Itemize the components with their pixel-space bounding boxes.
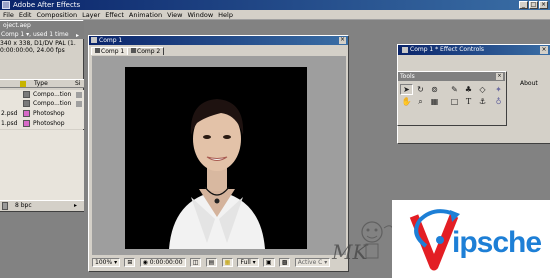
tools-close-icon[interactable]: × xyxy=(496,73,503,80)
label-color-icon xyxy=(76,92,82,98)
photoshop-file-icon xyxy=(23,110,30,117)
brand-text: ipsche xyxy=(452,226,542,259)
trash-icon[interactable] xyxy=(2,202,8,210)
after-effects-app-icon xyxy=(2,1,10,9)
column-type-header[interactable]: Type xyxy=(34,80,48,88)
comp-controls-bar: 100% ▾ ⊞ ◉ 0:00:00:00 ◫ ▤ ▦ Full ▾ ▣ ▩ A… xyxy=(90,257,348,269)
zoom-dropdown[interactable]: 100% ▾ xyxy=(92,258,121,267)
menu-bar: File Edit Composition Layer Effect Anima… xyxy=(0,10,550,20)
menu-animation[interactable]: Animation xyxy=(129,11,162,19)
camera-icon: ◉ xyxy=(142,259,150,266)
project-comp-info: 340 x 338, D1/DV PAL (1. 0:00:00:00, 24.… xyxy=(0,40,84,54)
brush-tool-icon[interactable]: ♣ xyxy=(462,84,475,95)
menu-window[interactable]: Window xyxy=(188,11,214,19)
maximize-button[interactable]: □ xyxy=(529,1,538,9)
rotate-tool-icon[interactable]: ↻ xyxy=(414,84,427,95)
show-channel-icon[interactable]: ▤ xyxy=(205,258,218,267)
project-item-row[interactable]: 2.psd Photoshop xyxy=(0,109,84,119)
effect-controls-close-icon[interactable]: × xyxy=(540,46,548,54)
tab-icon xyxy=(131,48,136,53)
tab-comp-1[interactable]: Comp 1 xyxy=(91,47,129,55)
snapshot-icon[interactable]: ◫ xyxy=(189,258,202,267)
composition-icon xyxy=(23,91,30,98)
current-time-display[interactable]: ◉ 0:00:00:00 xyxy=(139,258,186,267)
color-channels-icon[interactable]: ▦ xyxy=(221,258,234,267)
portrait-image xyxy=(169,99,265,249)
menu-view[interactable]: View xyxy=(167,11,182,19)
tab-comp-2[interactable]: Comp 2 xyxy=(127,47,165,55)
arrow-tool-icon[interactable]: ➤ xyxy=(400,84,413,95)
camera-view-dropdown[interactable]: Active C ▾ xyxy=(294,258,331,267)
eraser-icon[interactable]: ◇ xyxy=(476,84,489,95)
pan-behind-icon[interactable]: ▦ xyxy=(428,96,441,107)
pen-tool-icon[interactable]: ✎ xyxy=(448,84,461,95)
comp-window-icon xyxy=(91,37,97,43)
text-tool-icon[interactable]: T xyxy=(462,96,475,107)
project-info-duration: 0:00:00:00, 24.00 fps xyxy=(0,47,65,54)
project-item-row[interactable]: 1.psd Photoshop xyxy=(0,119,84,129)
clone-stamp-icon[interactable]: ♁ xyxy=(492,96,505,107)
comp-window-title-bar: Comp 1 × xyxy=(89,36,348,45)
item-name: 1.psd xyxy=(1,120,18,127)
project-column-headers: Type Si xyxy=(0,79,84,88)
brand-watermark: ipsche xyxy=(392,200,550,278)
menu-layer[interactable]: Layer xyxy=(82,11,100,19)
window-controls: _ □ × xyxy=(519,1,548,9)
project-footer: 8 bpc ▸ xyxy=(0,200,84,211)
project-panel-title: oject.aep xyxy=(0,21,84,30)
project-list-area xyxy=(0,130,84,200)
region-of-interest-icon[interactable]: ▣ xyxy=(262,258,275,267)
minimize-button[interactable]: _ xyxy=(519,1,528,9)
hand-tool-icon[interactable]: ✋ xyxy=(400,96,413,107)
star-tool-icon[interactable]: ✦ xyxy=(492,84,505,95)
effect-controls-title-bar: Comp 1 * Effect Controls × xyxy=(398,45,550,55)
label-tag-icon xyxy=(20,81,26,87)
bit-depth-label[interactable]: 8 bpc xyxy=(15,201,32,211)
close-button[interactable]: × xyxy=(539,1,548,9)
project-comp-label: Comp 1 ▾, used 1 time xyxy=(0,30,84,39)
tools-title-bar: Tools × xyxy=(398,72,505,81)
orbit-camera-icon[interactable]: ⊚ xyxy=(428,84,441,95)
project-item-row[interactable]: Compo...tion xyxy=(0,99,84,109)
menu-help[interactable]: Help xyxy=(218,11,233,19)
label-color-icon xyxy=(76,101,82,107)
resolution-dropdown[interactable]: Full ▾ xyxy=(237,258,259,267)
tab-icon xyxy=(95,48,100,53)
project-comp-arrow-icon[interactable]: ▸ xyxy=(76,32,79,39)
app-title-bar: Adobe After Effects _ □ × xyxy=(0,0,550,10)
menu-file[interactable]: File xyxy=(3,11,14,19)
puppet-tool-icon[interactable]: ⚓ xyxy=(476,96,489,107)
effect-controls-icon xyxy=(402,46,408,53)
column-size-header[interactable]: Si xyxy=(75,80,80,88)
project-info-size: 340 x 338, D1/DV PAL (1. xyxy=(0,40,76,47)
menu-edit[interactable]: Edit xyxy=(19,11,32,19)
composition-frame[interactable] xyxy=(125,67,307,249)
tools-grid: ➤ ↻ ⊚ ✎ ♣ ◇ ✦ ✋ ⌕ ▦ □ T ⚓ ♁ xyxy=(400,84,504,122)
app-title: Adobe After Effects xyxy=(13,1,81,9)
effect-controls-about[interactable]: About xyxy=(520,80,538,87)
comp-window-close-icon[interactable]: × xyxy=(339,37,346,44)
zoom-tool-icon[interactable]: ⌕ xyxy=(414,96,427,107)
menu-effect[interactable]: Effect xyxy=(105,11,124,19)
photoshop-file-icon xyxy=(23,120,30,127)
composition-icon xyxy=(23,100,30,107)
transparency-grid-icon[interactable]: ▩ xyxy=(278,258,291,267)
item-name: 2.psd xyxy=(1,110,18,117)
safe-zones-icon[interactable]: ⊞ xyxy=(124,258,136,267)
mk-logo-text: MK xyxy=(332,240,368,264)
scrollbar-arrow-icon[interactable]: ▸ xyxy=(74,201,77,211)
menu-composition[interactable]: Composition xyxy=(36,11,77,19)
mask-rect-icon[interactable]: □ xyxy=(448,96,461,107)
